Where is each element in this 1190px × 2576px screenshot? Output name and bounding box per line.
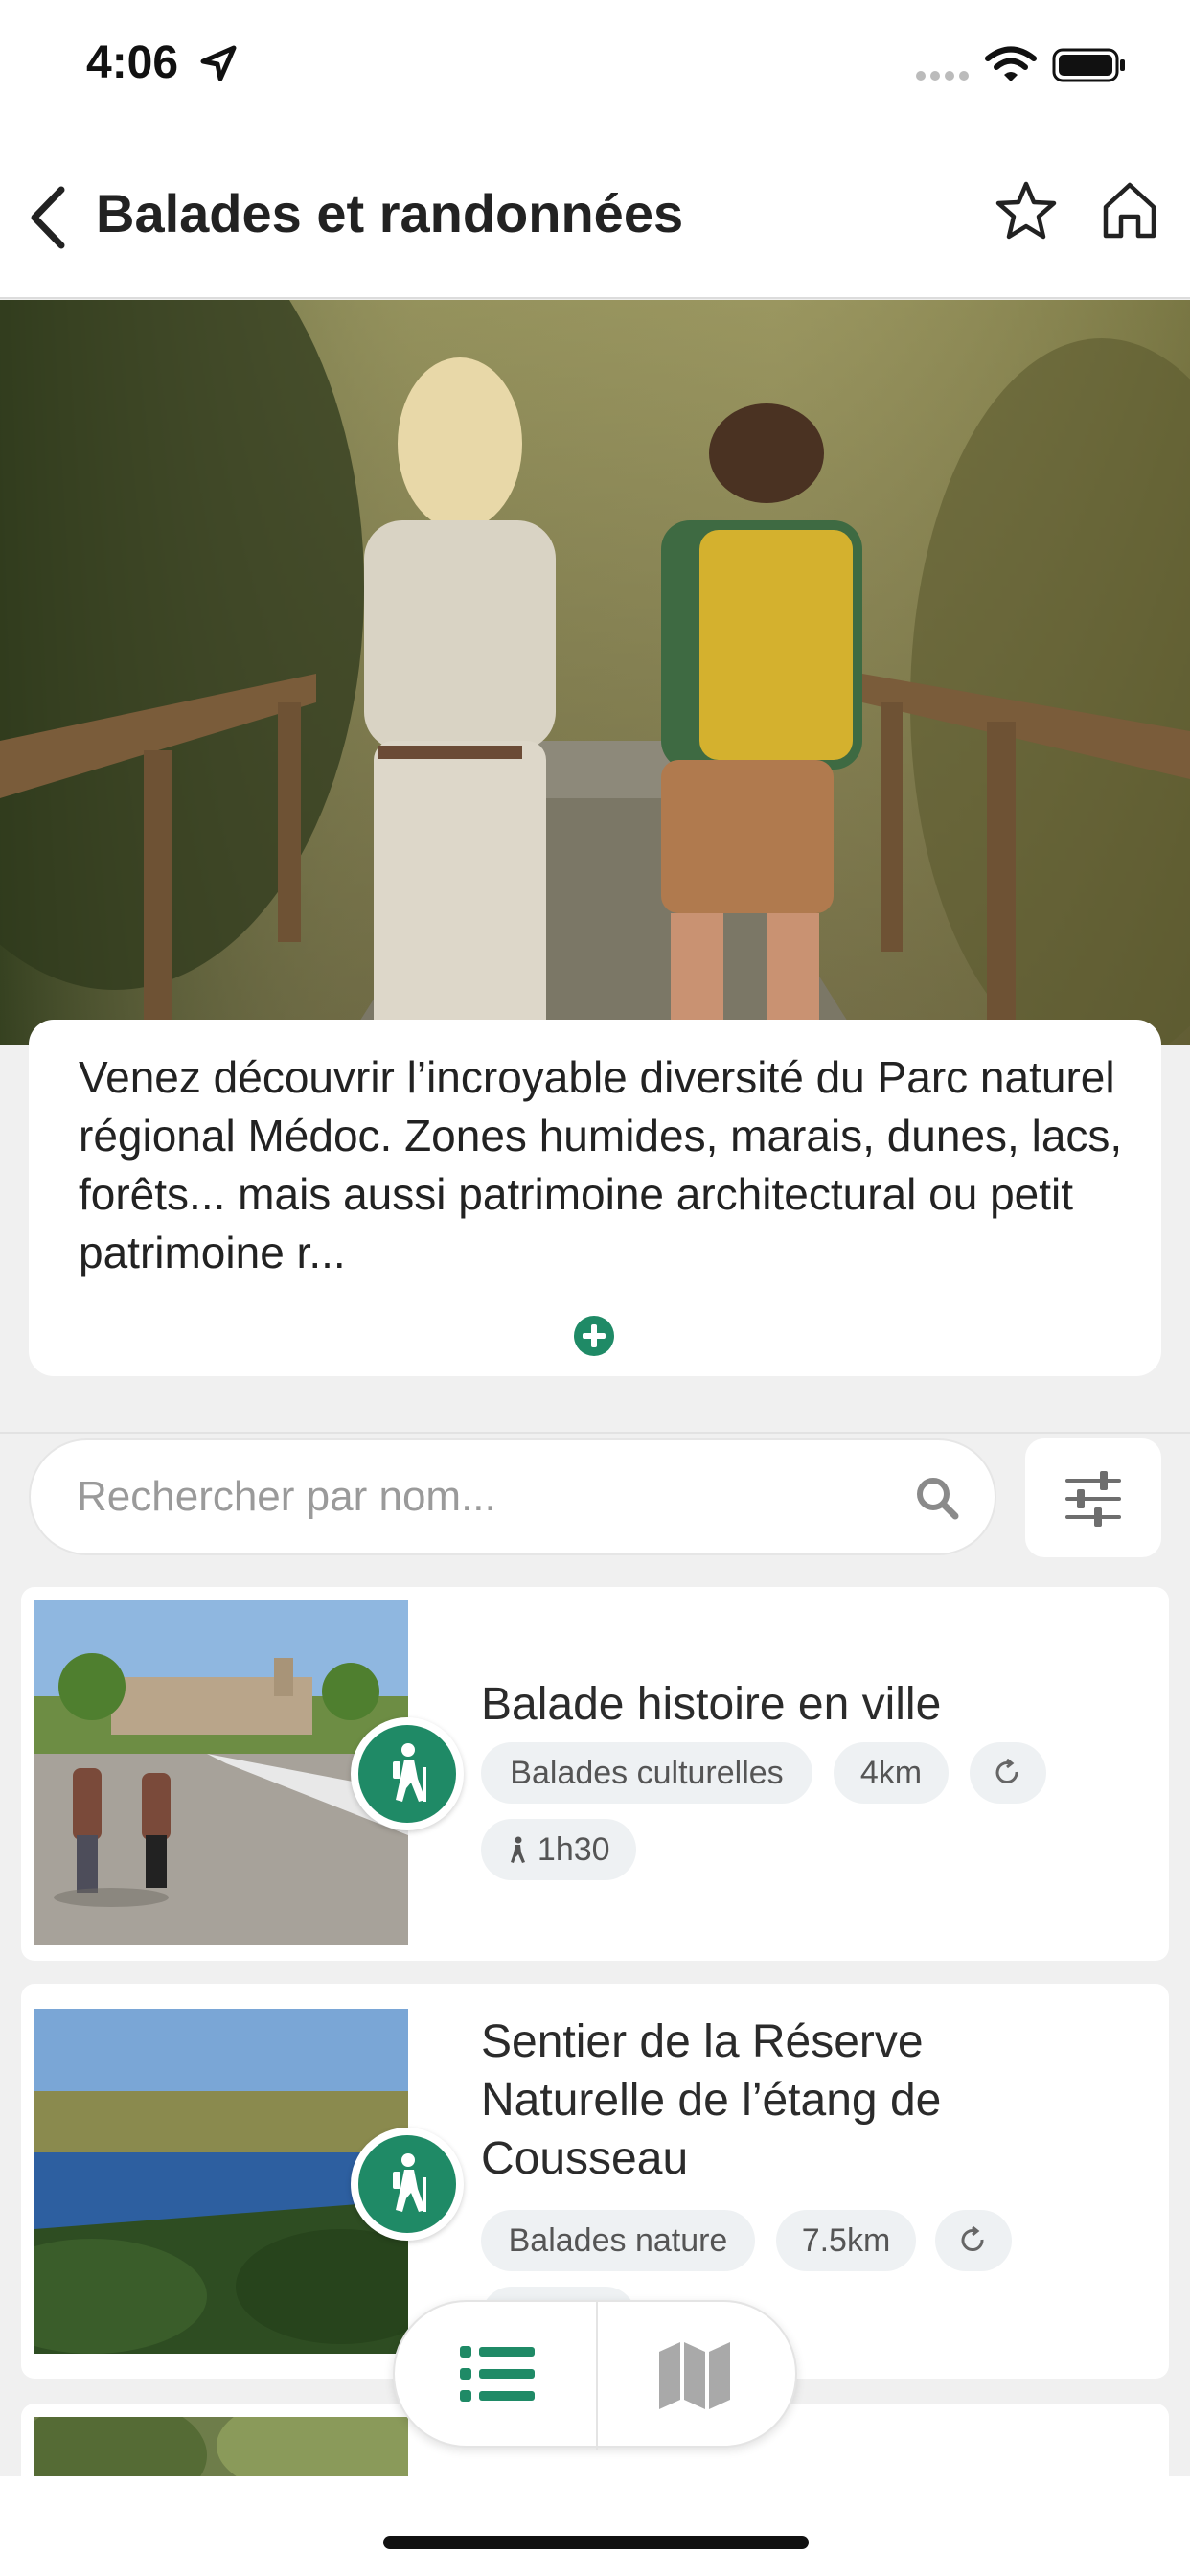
back-chevron-icon[interactable] xyxy=(25,184,71,251)
loop-tag xyxy=(970,1742,1046,1804)
description-card: Venez découvrir l’incroyable diversité d… xyxy=(29,1020,1161,1376)
location-arrow-icon xyxy=(200,45,237,81)
route-card[interactable]: Balade histoire en ville Balades culture… xyxy=(21,1587,1169,1961)
toggle-separator xyxy=(596,2302,598,2450)
battery-icon xyxy=(1052,48,1125,82)
route-title: Sentier de la Réserve Naturelle de l’éta… xyxy=(481,2016,942,2184)
filter-button[interactable] xyxy=(1025,1438,1161,1557)
section-divider xyxy=(0,1432,1190,1434)
status-bar: 4:06 xyxy=(0,0,1190,134)
search-bar[interactable]: Rechercher par nom... xyxy=(29,1438,996,1555)
hiking-badge xyxy=(351,2128,464,2241)
wifi-icon xyxy=(985,46,1037,81)
description-text: Venez découvrir l’incroyable diversité d… xyxy=(79,1052,1123,1277)
page-title: Balades et randonnées xyxy=(96,183,684,243)
navigation-bar: Balades et randonnées xyxy=(0,134,1190,299)
loop-tag xyxy=(935,2210,1012,2271)
duration-tag: 1h30 xyxy=(481,1819,636,1880)
duration-text: 1h30 xyxy=(537,1831,610,1868)
view-toggle xyxy=(393,2300,797,2450)
search-input[interactable]: Rechercher par nom... xyxy=(77,1473,496,1521)
favorite-star-icon[interactable] xyxy=(995,180,1058,242)
loop-icon xyxy=(995,1758,1018,1783)
loop-icon xyxy=(961,2225,984,2251)
expand-plus-icon[interactable] xyxy=(573,1315,615,1357)
distance-tag: 7.5km xyxy=(776,2210,916,2271)
home-indicator-area xyxy=(0,2476,1190,2576)
filter-sliders-icon xyxy=(1065,1471,1121,1527)
route-title: Balade histoire en ville xyxy=(481,1679,942,1730)
distance-tag: 4km xyxy=(834,1742,949,1804)
list-view-icon[interactable] xyxy=(460,2344,535,2404)
search-icon[interactable] xyxy=(914,1475,960,1521)
hiking-badge xyxy=(351,1717,464,1830)
walker-icon xyxy=(511,1836,526,1863)
map-view-icon[interactable] xyxy=(657,2340,732,2411)
hiker-icon xyxy=(393,1743,426,1802)
home-indicator[interactable] xyxy=(383,2536,809,2549)
cellular-signal-icon xyxy=(916,71,969,80)
category-tag: Balades culturelles xyxy=(481,1742,812,1804)
hiker-icon xyxy=(393,2153,426,2212)
home-icon[interactable] xyxy=(1100,180,1159,242)
status-time: 4:06 xyxy=(86,37,179,88)
hero-image xyxy=(0,300,1190,1045)
category-tag: Balades nature xyxy=(481,2210,755,2271)
